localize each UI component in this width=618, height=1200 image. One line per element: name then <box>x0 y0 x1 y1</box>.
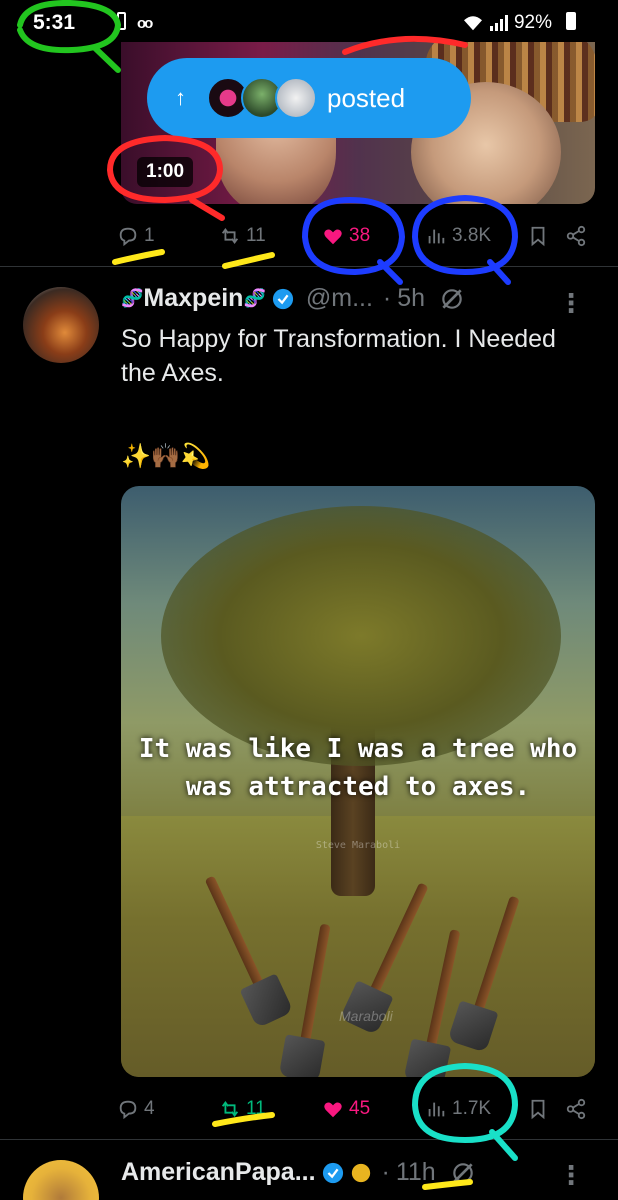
share-icon <box>566 225 586 247</box>
bookmark-icon <box>531 1099 545 1120</box>
repost-icon <box>221 1101 239 1117</box>
tweet-header: AmericanPapa... · 11h <box>121 1158 476 1187</box>
repost-count: 11 <box>246 225 266 246</box>
views-icon <box>428 1102 445 1117</box>
reply-count: 4 <box>144 1098 155 1119</box>
grok-icon[interactable] <box>450 1160 476 1186</box>
voicemail-icon: oo <box>137 15 153 32</box>
timestamp[interactable]: 11h <box>396 1158 436 1187</box>
more-options-icon[interactable]: ⋮ <box>558 1160 584 1191</box>
separator: · <box>382 284 392 312</box>
timestamp[interactable]: 5h <box>397 284 425 313</box>
bookmark-button[interactable] <box>527 1098 549 1120</box>
dna-icon: 🧬 <box>243 288 266 308</box>
display-name[interactable]: Maxpein <box>143 284 243 313</box>
share-icon <box>566 1098 586 1120</box>
like-count: 38 <box>349 225 371 246</box>
pill-label: posted <box>327 82 406 113</box>
heart-icon <box>324 1102 342 1118</box>
heart-icon <box>324 229 342 245</box>
repost-button[interactable]: 11 <box>219 225 266 247</box>
like-button[interactable]: 38 <box>322 225 370 247</box>
tweet-header: 🧬 Maxpein 🧬 @m... · 5h <box>121 284 465 313</box>
bookmark-icon <box>531 226 545 247</box>
bookmark-button[interactable] <box>527 225 549 247</box>
arrow-up-icon: ↑ <box>175 85 186 110</box>
new-posts-pill[interactable]: ↑ posted <box>147 58 471 138</box>
coin-icon <box>351 1163 370 1182</box>
share-button[interactable] <box>565 1098 587 1120</box>
more-options-icon[interactable]: ⋮ <box>558 288 584 319</box>
video-duration: 1:00 <box>137 157 194 187</box>
share-button[interactable] <box>565 225 587 247</box>
reply-icon <box>119 227 137 247</box>
repost-icon <box>221 228 239 244</box>
notification-icon <box>117 12 126 30</box>
views-button[interactable]: 3.8K <box>425 225 491 247</box>
reply-icon <box>119 1100 137 1120</box>
verified-badge-icon <box>272 288 293 309</box>
tweet-actions: 4 11 45 1.7K <box>117 1094 597 1124</box>
reply-count: 1 <box>144 225 155 246</box>
like-count: 45 <box>349 1098 371 1119</box>
avatar[interactable] <box>23 1160 99 1200</box>
signal-icon <box>489 15 508 31</box>
repost-button[interactable]: 11 <box>219 1098 266 1120</box>
status-bar: 5:31 oo 92% <box>0 0 618 42</box>
verified-badge-icon <box>322 1162 343 1183</box>
reply-button[interactable]: 1 <box>117 225 155 247</box>
grok-icon[interactable] <box>439 286 465 312</box>
battery-icon <box>566 12 576 30</box>
views-button[interactable]: 1.7K <box>425 1098 491 1120</box>
avatar <box>275 77 317 119</box>
views-count: 3.8K <box>452 225 492 246</box>
tweet-image[interactable]: It was like I was a tree who was attract… <box>121 486 595 1077</box>
avatar[interactable] <box>23 287 99 363</box>
views-count: 1.7K <box>452 1098 492 1119</box>
repost-count: 11 <box>246 1098 266 1119</box>
image-watermark: Maraboli <box>339 1008 393 1024</box>
divider <box>0 1139 618 1140</box>
divider <box>0 266 618 267</box>
like-button[interactable]: 45 <box>322 1098 370 1120</box>
top-tweet-actions: 1 11 38 3.8K <box>117 221 597 251</box>
image-tree-canopy <box>161 506 561 766</box>
image-quote-author: Steve Maraboli <box>315 840 401 851</box>
wifi-icon <box>463 16 482 31</box>
separator: · <box>381 1158 390 1186</box>
tweet-emojis: ✨🙌🏾💫 <box>121 443 211 470</box>
status-right: 92% <box>462 12 570 34</box>
display-name[interactable]: AmericanPapa... <box>121 1158 316 1187</box>
reply-button[interactable]: 4 <box>117 1098 155 1120</box>
battery-text: 92% <box>513 12 552 33</box>
image-quote: It was like I was a tree who was attract… <box>138 734 578 802</box>
dna-icon: 🧬 <box>121 288 144 308</box>
tweet-text: So Happy for Transformation. I Needed th… <box>121 325 556 387</box>
status-time: 5:31 <box>33 11 76 34</box>
views-icon <box>428 229 445 244</box>
pill-avatars <box>207 77 317 119</box>
handle[interactable]: @m... <box>306 284 373 313</box>
